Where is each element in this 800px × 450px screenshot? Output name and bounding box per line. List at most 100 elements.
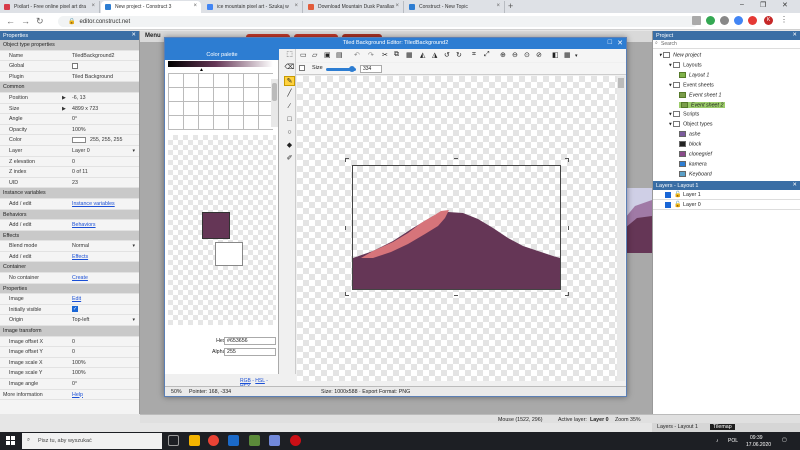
property-row[interactable]: Angle 0° xyxy=(0,114,139,125)
project-tree-item[interactable]: ▾ Scripts xyxy=(669,111,699,118)
forward-icon[interactable]: → xyxy=(21,16,30,26)
property-row[interactable]: Position ▶ -6, 13 xyxy=(0,93,139,104)
browser-tab[interactable]: ice mountain pixel art - Szukaj w × xyxy=(203,1,303,13)
opera-icon[interactable] xyxy=(290,435,301,446)
project-tree-item[interactable]: Keyboard xyxy=(679,170,712,177)
property-value[interactable]: Tiled Background xyxy=(72,72,113,82)
layer-row[interactable]: 🔓 Layer 0 xyxy=(653,200,800,210)
alpha-input[interactable]: 255 xyxy=(224,348,276,356)
zoom-fit-icon[interactable]: ⊙ xyxy=(524,51,530,59)
property-color[interactable]: 255, 255, 255 xyxy=(72,135,122,145)
property-value[interactable]: 23 xyxy=(72,178,78,188)
project-search-input[interactable]: ⌕ Search xyxy=(653,40,800,49)
grid-dropdown-icon[interactable]: ▾ xyxy=(575,53,578,59)
project-tree-item[interactable]: ▾ Object types xyxy=(669,121,713,128)
palette-swatch-grid[interactable] xyxy=(168,73,273,130)
property-row[interactable]: Add / edit Instance variables xyxy=(0,199,139,210)
hsl-link[interactable]: HSL xyxy=(255,378,265,384)
property-value[interactable]: 100% xyxy=(72,368,86,378)
property-section-header[interactable]: Common xyxy=(0,82,139,93)
property-row[interactable]: Image scale Y 100% xyxy=(0,368,139,379)
close-dialog-icon[interactable]: ✕ xyxy=(617,39,623,47)
close-tab-icon[interactable]: × xyxy=(91,3,95,9)
dropdown-icon[interactable]: ▾ xyxy=(132,241,135,251)
property-row[interactable]: Color 255, 255, 255 xyxy=(0,135,139,146)
avatar[interactable]: K xyxy=(764,16,773,25)
property-row[interactable]: Add / edit Effects xyxy=(0,252,139,263)
back-icon[interactable]: ← xyxy=(6,16,15,26)
property-row[interactable]: Size ▶ 4899 x 723 xyxy=(0,104,139,115)
property-row[interactable]: Layer Layer 0 ▾ xyxy=(0,146,139,157)
property-link-text[interactable]: Edit xyxy=(72,296,81,302)
discord-icon[interactable] xyxy=(269,435,280,446)
property-link[interactable]: Create xyxy=(72,273,88,283)
expand-arrow-icon[interactable]: ▶ xyxy=(62,104,66,114)
property-section-header[interactable]: Object type properties xyxy=(0,40,139,51)
browser-tab[interactable]: Construct - New Topic × xyxy=(405,1,505,13)
extension-icon[interactable] xyxy=(706,16,715,25)
browser-menu-icon[interactable]: ⋮ xyxy=(780,16,789,25)
resize-handle-w[interactable] xyxy=(345,226,349,230)
new-file-icon[interactable]: ▭ xyxy=(300,51,307,59)
star-icon[interactable] xyxy=(692,16,701,25)
close-tab-icon[interactable]: × xyxy=(496,3,500,9)
tab-tilemap[interactable]: Tilemap xyxy=(710,424,735,430)
lock-icon[interactable]: 🔓 xyxy=(674,191,681,198)
zoom-out-icon[interactable]: ⊖ xyxy=(512,51,518,59)
property-row[interactable]: More information Help xyxy=(0,390,139,401)
flip-vertical-icon[interactable]: ◮ xyxy=(432,51,437,59)
zoom-reset-icon[interactable]: ⊘ xyxy=(536,51,542,59)
property-row[interactable]: Opacity 100% xyxy=(0,125,139,136)
canvas-scrollbar[interactable] xyxy=(617,76,625,381)
property-row[interactable]: UID 23 xyxy=(0,178,139,189)
primary-color-swatch[interactable] xyxy=(202,212,230,239)
brush-icon[interactable]: ╱ xyxy=(284,89,295,99)
address-bar[interactable]: 🔒 editor.construct.net xyxy=(58,16,698,27)
tab-layers[interactable]: Layers - Layout 1 xyxy=(654,424,701,430)
color-swatch[interactable] xyxy=(72,136,86,143)
palette-scrollbar[interactable] xyxy=(271,79,278,127)
color-picker-icon[interactable]: ✐ xyxy=(284,154,295,164)
property-row[interactable]: Image Edit xyxy=(0,294,139,305)
property-link[interactable]: Edit xyxy=(72,294,81,304)
size-input[interactable]: 334 xyxy=(360,65,382,73)
close-tab-icon[interactable]: × xyxy=(294,3,298,9)
close-tab-icon[interactable]: × xyxy=(395,3,399,9)
resize-handle-ne[interactable] xyxy=(565,158,569,162)
layer-visible-checkbox[interactable] xyxy=(665,202,671,208)
minecraft-icon[interactable] xyxy=(249,435,260,446)
property-row[interactable]: Z index 0 of 11 xyxy=(0,167,139,178)
new-tab-icon[interactable]: + xyxy=(508,1,513,11)
property-value[interactable]: 0 xyxy=(72,347,75,357)
project-tree-item[interactable]: ▾ New project xyxy=(659,52,701,58)
chrome-icon[interactable] xyxy=(208,435,219,446)
property-row[interactable]: Name TiledBackground2 xyxy=(0,51,139,62)
language-indicator[interactable]: POL xyxy=(728,438,738,444)
project-tree-item[interactable]: ▾ Event sheets xyxy=(669,81,714,88)
extension-icon[interactable] xyxy=(748,16,757,25)
property-section-header[interactable]: Container xyxy=(0,262,139,274)
clock-date[interactable]: 17.06.2020 xyxy=(746,442,771,448)
property-value[interactable]: Layer 0 xyxy=(72,146,90,156)
flip-horizontal-icon[interactable]: ◭ xyxy=(420,51,425,59)
scrollbar-thumb[interactable] xyxy=(272,83,277,101)
property-section-header[interactable]: Instance variables xyxy=(0,188,139,199)
volume-icon[interactable]: ♪ xyxy=(716,438,719,444)
property-row[interactable]: No container Create xyxy=(0,273,139,284)
resize-handle-s[interactable] xyxy=(454,292,458,296)
rectangle-icon[interactable]: □ xyxy=(284,115,295,125)
paste-icon[interactable]: ▦ xyxy=(406,51,413,59)
minimize-icon[interactable]: – xyxy=(740,1,744,8)
property-value[interactable]: Top-left xyxy=(72,315,89,325)
project-tree-item[interactable]: block xyxy=(679,141,701,148)
project-tree-item[interactable]: kamera xyxy=(679,160,707,167)
notifications-icon[interactable]: ▢ xyxy=(782,437,787,443)
property-value[interactable]: 0° xyxy=(72,114,77,124)
layer-row[interactable]: 🔓 Layer 1 xyxy=(653,190,800,200)
property-row[interactable]: Image angle 0° xyxy=(0,379,139,390)
property-checkbox[interactable]: ✓ xyxy=(72,305,78,315)
property-section-header[interactable]: Image transform xyxy=(0,326,139,337)
extension-icon[interactable] xyxy=(734,16,743,25)
property-value[interactable]: 100% xyxy=(72,125,86,135)
line-icon[interactable]: ∕ xyxy=(284,102,295,112)
